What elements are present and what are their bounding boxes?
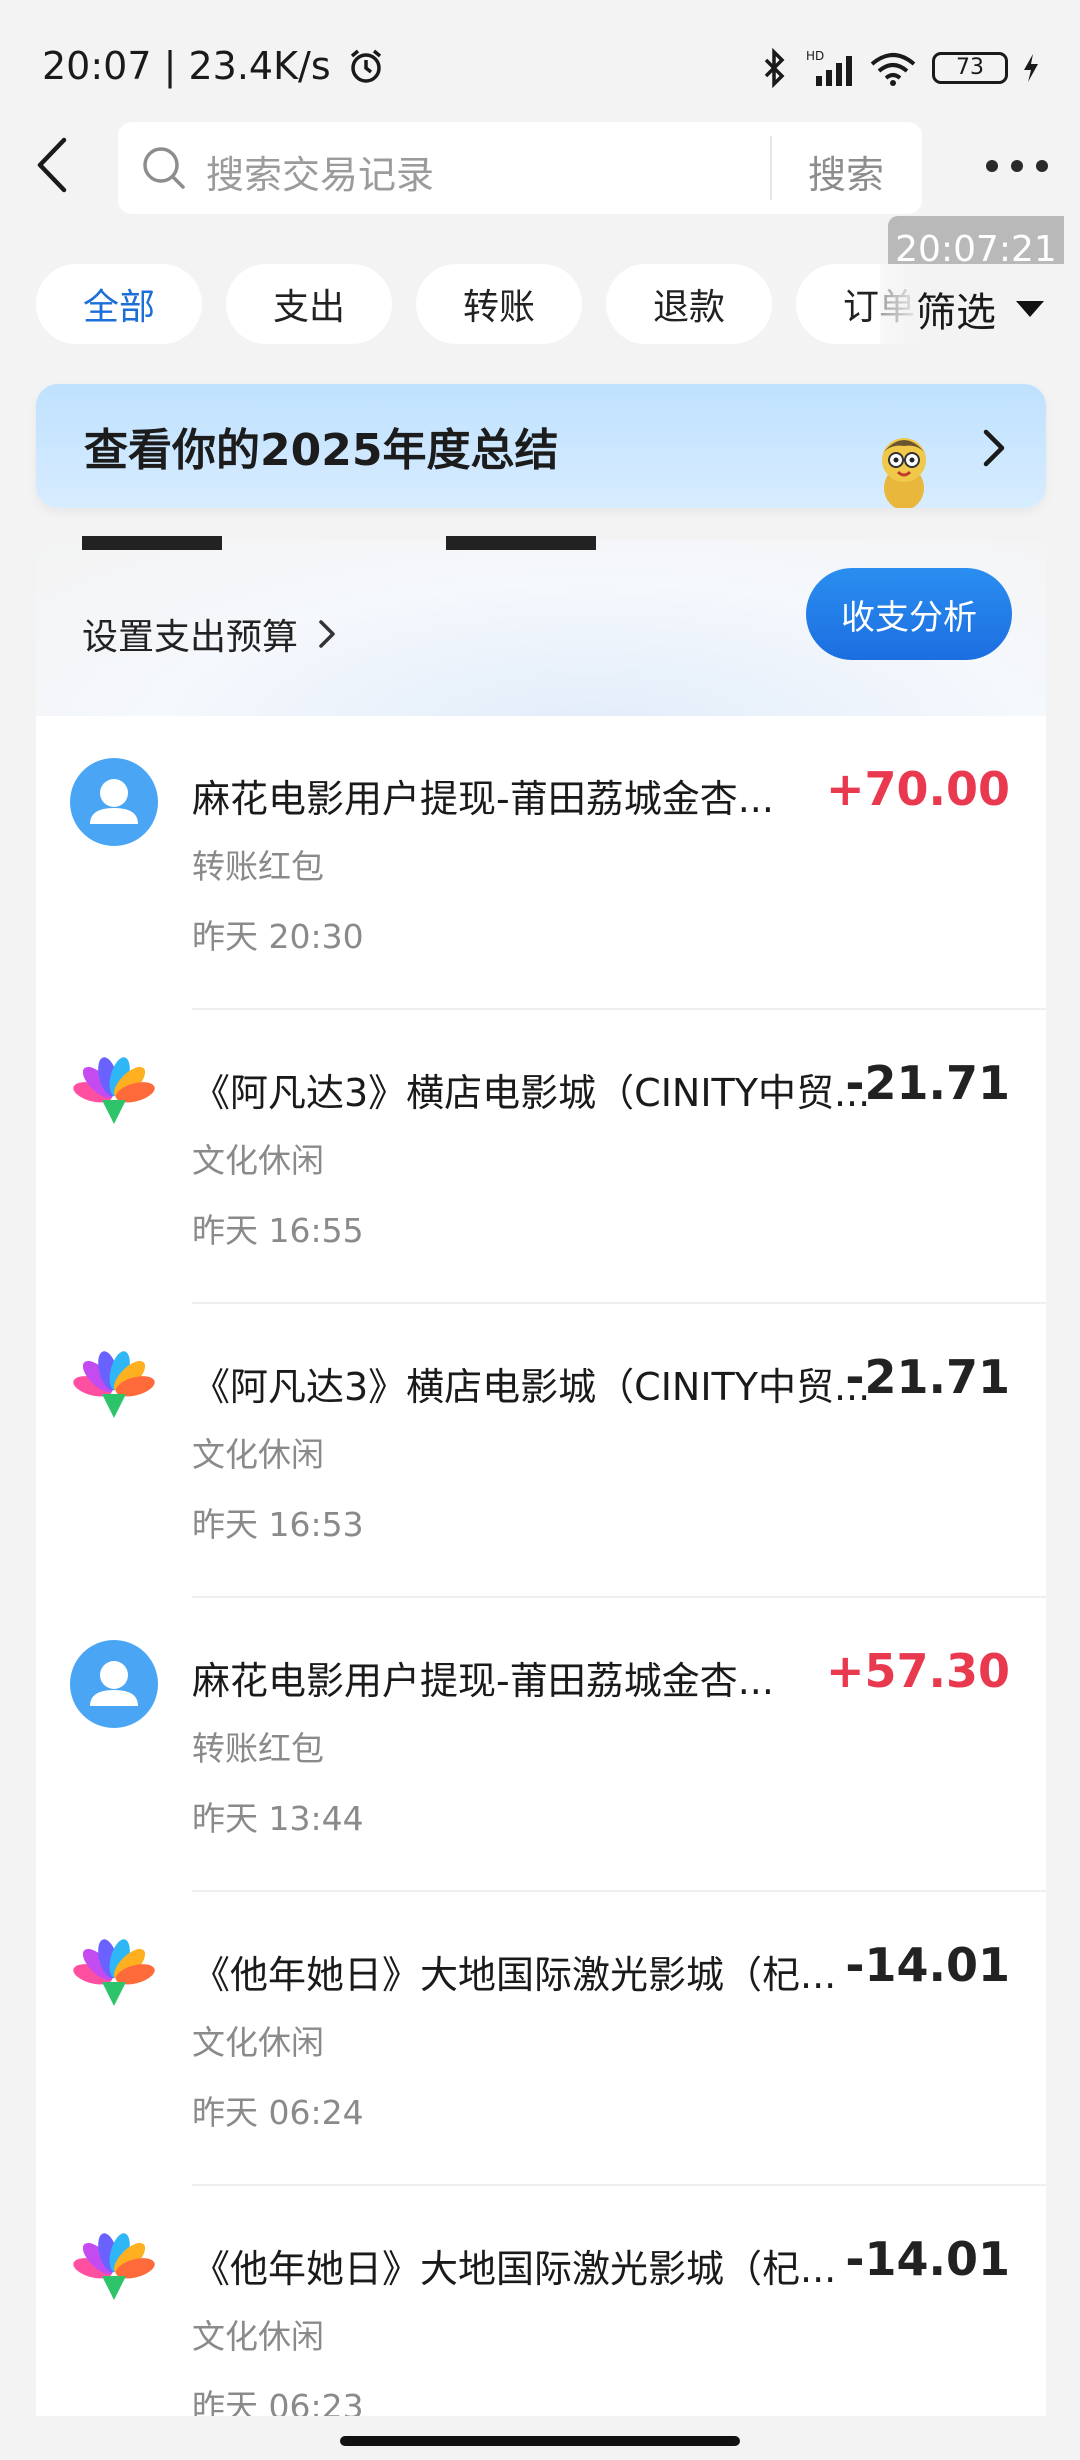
chip-refund[interactable]: 退款 [606, 264, 772, 344]
transaction-name: 《阿凡达3》横店电影城（CINITY中贸... [192, 1365, 871, 1409]
transaction-name: 麻花电影用户提现-莆田荔城金杏... [192, 777, 774, 821]
set-budget-link[interactable]: 设置支出预算 [82, 608, 338, 660]
transaction-time: 昨天 16:53 [192, 1505, 364, 1544]
transaction-amount: -21.71 [845, 1056, 1010, 1110]
filter-label: 筛选 [916, 290, 996, 336]
user-avatar-icon [70, 1640, 158, 1728]
battery-indicator: 73 [932, 52, 1008, 84]
clipped-total-income [446, 536, 596, 550]
transaction-time: 昨天 06:24 [192, 2093, 364, 2132]
transaction-category: 转账红包 [192, 847, 324, 886]
monthly-summary: 设置支出预算 收支分析 [36, 536, 1046, 716]
more-options-icon[interactable] [982, 146, 1052, 186]
status-net-speed: 23.4K/s [188, 44, 331, 88]
transaction-category: 文化休闲 [192, 2023, 324, 2062]
alarm-icon [350, 49, 381, 83]
transaction-category: 文化休闲 [192, 1141, 324, 1180]
transaction-amount: -14.01 [845, 1938, 1010, 1992]
search-divider [770, 136, 772, 200]
transaction-row[interactable]: 麻花电影用户提现-莆田荔城金杏... 转账红包昨天 20:30 +70.00 [36, 716, 1046, 1010]
chip-expense[interactable]: 支出 [226, 264, 392, 344]
back-arrow-icon[interactable] [28, 130, 80, 200]
mascot-icon [882, 438, 926, 508]
chevron-right-icon [319, 620, 335, 648]
transaction-list: 麻花电影用户提现-莆田荔城金杏... 转账红包 昨天 20:30 +70.00 《阿凡… [36, 716, 1046, 2416]
income-expense-analysis-button[interactable]: 收支分析 [806, 568, 1012, 660]
svg-text:HD: HD [806, 49, 824, 63]
annual-summary-banner[interactable]: 查看你的2025年度总结 [36, 384, 1046, 508]
transaction-category: 转账红包 [192, 1729, 324, 1768]
search-input[interactable]: 搜索交易记录 [206, 144, 434, 199]
filter-caret-icon [1016, 301, 1044, 317]
transaction-name: 麻花电影用户提现-莆田荔城金杏... [192, 1659, 774, 1703]
status-clock: 20:07 [42, 44, 152, 88]
transaction-name: 《阿凡达3》横店电影城（CINITY中贸... [192, 1071, 871, 1115]
transaction-name: 《他年她日》大地国际激光影城（杞... [192, 1953, 837, 1997]
home-indicator[interactable] [340, 2436, 740, 2446]
budget-label: 设置支出预算 [82, 617, 299, 658]
culture-leisure-icon [70, 1346, 158, 1434]
signal-icon: HD [806, 49, 852, 86]
transaction-time: 昨天 13:44 [192, 1799, 364, 1838]
transaction-amount: -14.01 [845, 2232, 1010, 2286]
transaction-category: 文化休闲 [192, 1435, 324, 1474]
status-separator: | [163, 44, 189, 88]
banner-title: 查看你的2025年度总结 [84, 425, 559, 476]
battery-level: 73 [956, 55, 984, 80]
chip-all[interactable]: 全部 [36, 264, 202, 344]
transaction-row[interactable]: 《他年她日》大地国际激光影城（杞... 文化休闲昨天 06:24 -14.01 [36, 1892, 1046, 2186]
transaction-amount: +70.00 [825, 762, 1010, 816]
transaction-time: 昨天 06:23 [192, 2387, 364, 2416]
transaction-row[interactable]: 麻花电影用户提现-莆田荔城金杏... 转账红包昨天 13:44 +57.30 [36, 1598, 1046, 1892]
transaction-row[interactable]: 《阿凡达3》横店电影城（CINITY中贸... 文化休闲昨天 16:53 -21.7… [36, 1304, 1046, 1598]
transaction-time: 昨天 20:30 [192, 917, 364, 956]
culture-leisure-icon [70, 2228, 158, 2316]
search-icon [143, 147, 185, 189]
banner-chevron-icon [983, 429, 1005, 467]
transaction-row[interactable]: 《阿凡达3》横店电影城（CINITY中贸... 文化休闲昨天 16:55 -21.7… [36, 1010, 1046, 1304]
culture-leisure-icon [70, 1052, 158, 1140]
transaction-category: 文化休闲 [192, 2317, 324, 2356]
search-bar[interactable]: 搜索交易记录 搜索 [118, 122, 922, 214]
clipped-total-expense [82, 536, 222, 550]
bluetooth-icon [764, 48, 785, 88]
chip-transfer[interactable]: 转账 [416, 264, 582, 344]
search-button[interactable]: 搜索 [808, 144, 884, 199]
status-icons: HD 73 [758, 44, 1040, 92]
wifi-icon [870, 53, 916, 86]
user-avatar-icon [70, 758, 158, 846]
charging-icon [1024, 54, 1038, 82]
status-time: 20:07 | 23.4K/s [42, 44, 385, 88]
transaction-time: 昨天 16:55 [192, 1211, 364, 1250]
transaction-name: 《他年她日》大地国际激光影城（杞... [192, 2247, 837, 2291]
filter-button[interactable]: 筛选 [880, 264, 1080, 354]
transaction-amount: +57.30 [825, 1644, 1010, 1698]
transaction-row[interactable]: 《他年她日》大地国际激光影城（杞... 文化休闲昨天 06:23 -14.01 [36, 2186, 1046, 2416]
transaction-amount: -21.71 [845, 1350, 1010, 1404]
culture-leisure-icon [70, 1934, 158, 2022]
